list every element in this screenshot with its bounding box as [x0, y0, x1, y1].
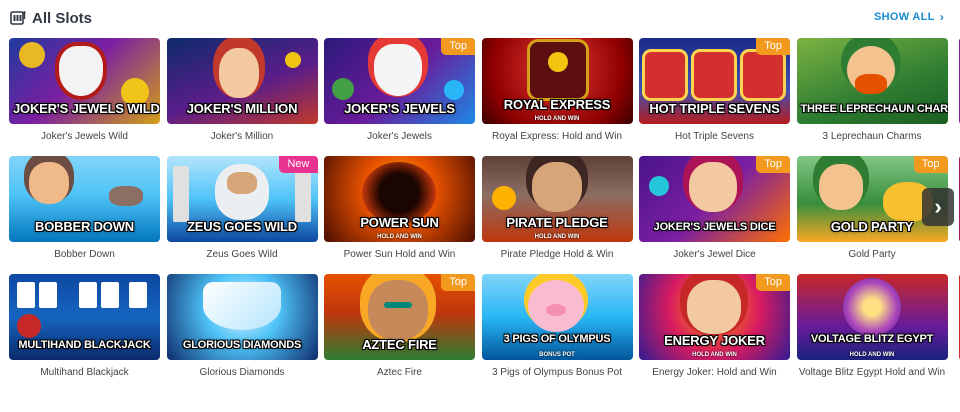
chevron-right-icon: › [934, 194, 942, 219]
game-logo: GLORIOUS DIAMONDS [182, 339, 302, 351]
game-logo: MULTIHAND BLACKJACK [18, 339, 151, 351]
game-logo-subtitle: HOLD AND WIN [534, 116, 580, 122]
top-badge: Top [441, 274, 475, 291]
game-name[interactable]: Joker's Jewels [324, 130, 475, 143]
game-tile-royal-express[interactable]: ROYAL EXPRESS HOLD AND WIN Royal Express… [481, 38, 633, 143]
section-title: All Slots [32, 9, 93, 27]
game-logo: THREE LEPRECHAUN CHARMS [800, 103, 948, 115]
game-name[interactable]: Voltage Blitz Egypt Hold and Win [797, 366, 948, 379]
game-name[interactable]: Multihand Blackjack [9, 366, 160, 379]
game-logo-subtitle: HOLD AND WIN [849, 352, 895, 358]
game-tile-jokers-jewels[interactable]: Top JOKER'S JEWELS Joker's Jewels [324, 38, 475, 143]
game-tile-multihand-blackjack[interactable]: MULTIHAND BLACKJACK Multihand Blackjack [9, 274, 160, 379]
scroll-right-button[interactable]: › [922, 188, 954, 226]
game-name[interactable]: Joker's Jewel Dice [639, 248, 790, 261]
game-name[interactable]: Hot Triple Sevens [639, 130, 790, 143]
game-tile-power-sun[interactable]: POWER SUN HOLD AND WIN Power Sun Hold an… [324, 156, 475, 261]
game-tile-hot-triple-sevens[interactable]: Top HOT TRIPLE SEVENS Hot Triple Sevens [639, 38, 790, 143]
top-badge: Top [913, 156, 948, 173]
game-thumbnail[interactable]: JOKER'S MILLION [166, 38, 318, 124]
game-name[interactable]: Aztec Fire [324, 366, 475, 379]
show-all-label: SHOW ALL [874, 11, 935, 23]
game-name[interactable]: 3 Leprechaun Charms [797, 130, 948, 143]
game-logo-subtitle: HOLD AND WIN [377, 234, 422, 240]
game-logo: JOKER'S JEWELS WILD [13, 101, 160, 116]
game-name[interactable]: Gold Party [797, 248, 948, 261]
top-badge: Top [756, 156, 790, 173]
game-tile-energy-joker[interactable]: Top ENERGY JOKER HOLD AND WIN Energy Jok… [639, 274, 790, 379]
game-thumbnail[interactable]: VOLTAGE BLITZ EGYPT HOLD AND WIN [796, 274, 948, 360]
game-logo: JOKER'S JEWELS [344, 101, 455, 116]
game-logo: ROYAL EXPRESS [503, 97, 611, 112]
game-tile-zeus-goes-wild[interactable]: New ZEUS GOES WILD Zeus Goes Wild [166, 156, 318, 261]
game-name[interactable]: Bobber Down [9, 248, 160, 261]
slots-icon [10, 10, 26, 26]
game-tile-aztec-fire[interactable]: Top AZTEC FIRE Aztec Fire [324, 274, 475, 379]
game-thumbnail[interactable]: Top ENERGY JOKER HOLD AND WIN [639, 274, 790, 360]
game-thumbnail[interactable]: JOKER'S JEWELS WILD [9, 38, 160, 124]
game-tile-pirate-pledge[interactable]: PIRATE PLEDGE HOLD AND WIN Pirate Pledge… [481, 156, 633, 261]
game-logo: 3 PIGS OF OLYMPUS [503, 333, 611, 345]
game-thumbnail[interactable]: POWER SUN HOLD AND WIN [324, 156, 475, 242]
game-thumbnail[interactable]: BOBBER DOWN [9, 156, 160, 242]
game-logo: HOT TRIPLE SEVENS [649, 101, 780, 116]
game-logo: JOKER'S JEWELS DICE [653, 221, 776, 233]
game-name[interactable]: 3 Pigs of Olympus Bonus Pot [482, 366, 633, 379]
game-logo: JOKER'S MILLION [186, 101, 298, 116]
top-badge: Top [756, 38, 790, 55]
game-logo: ENERGY JOKER [664, 333, 765, 348]
game-thumbnail[interactable]: Top HOT TRIPLE SEVENS [639, 38, 790, 124]
game-thumbnail[interactable]: MULTIHAND BLACKJACK [9, 274, 160, 360]
top-badge: Top [756, 274, 790, 291]
section-header: All Slots SHOW ALL › [10, 6, 950, 30]
game-tile-voltage-blitz-egypt[interactable]: VOLTAGE BLITZ EGYPT HOLD AND WIN Voltage… [796, 274, 948, 379]
game-name[interactable]: Pirate Pledge Hold & Win [482, 248, 633, 261]
game-logo: BOBBER DOWN [35, 219, 134, 234]
game-tile-bobber-down[interactable]: BOBBER DOWN Bobber Down [9, 156, 160, 261]
top-badge: Top [441, 38, 475, 55]
chevron-right-icon: › [939, 10, 944, 24]
game-tile-jokers-million[interactable]: JOKER'S MILLION Joker's Million [166, 38, 318, 143]
game-tile-jokers-jewels-dice[interactable]: Top JOKER'S JEWELS DICE Joker's Jewel Di… [639, 156, 790, 261]
game-name[interactable]: Joker's Jewels Wild [9, 130, 160, 143]
game-tile-glorious-diamonds[interactable]: GLORIOUS DIAMONDS Glorious Diamonds [166, 274, 318, 379]
new-badge: New [279, 156, 318, 173]
game-tile-3-pigs-of-olympus[interactable]: 3 PIGS OF OLYMPUS BONUS POT 3 Pigs of Ol… [481, 274, 633, 379]
game-logo: POWER SUN [360, 215, 439, 230]
game-name[interactable]: Zeus Goes Wild [167, 248, 318, 261]
game-logo: PIRATE PLEDGE [506, 215, 608, 230]
game-thumbnail[interactable]: PIRATE PLEDGE HOLD AND WIN [481, 156, 633, 242]
game-logo: ZEUS GOES WILD [187, 219, 297, 234]
game-logo-subtitle: BONUS POT [539, 352, 575, 358]
game-name[interactable]: Royal Express: Hold and Win [482, 130, 633, 143]
game-name[interactable]: Glorious Diamonds [167, 366, 318, 379]
game-name[interactable]: Joker's Million [167, 130, 318, 143]
game-tile-3-leprechaun-charms[interactable]: THREE LEPRECHAUN CHARMS 3 Leprechaun Cha… [796, 38, 948, 143]
game-name[interactable]: Energy Joker: Hold and Win [639, 366, 790, 379]
game-thumbnail[interactable]: GLORIOUS DIAMONDS [166, 274, 318, 360]
game-thumbnail[interactable]: Top AZTEC FIRE [324, 274, 475, 360]
game-logo-subtitle: HOLD AND WIN [534, 234, 580, 240]
show-all-link[interactable]: SHOW ALL › [874, 10, 944, 24]
game-thumbnail[interactable]: 3 PIGS OF OLYMPUS BONUS POT [481, 274, 633, 360]
game-tile-jokers-jewels-wild[interactable]: JOKER'S JEWELS WILD Joker's Jewels Wild [9, 38, 160, 143]
game-name[interactable]: Power Sun Hold and Win [324, 248, 475, 261]
game-thumbnail[interactable]: New ZEUS GOES WILD [166, 156, 318, 242]
game-thumbnail[interactable]: Top JOKER'S JEWELS DICE [639, 156, 790, 242]
game-thumbnail[interactable]: THREE LEPRECHAUN CHARMS [796, 38, 948, 124]
game-logo: VOLTAGE BLITZ EGYPT [810, 333, 934, 345]
game-logo: AZTEC FIRE [362, 337, 437, 352]
game-thumbnail[interactable]: ROYAL EXPRESS HOLD AND WIN [481, 38, 633, 124]
game-thumbnail[interactable]: Top JOKER'S JEWELS [324, 38, 475, 124]
game-logo-subtitle: HOLD AND WIN [692, 352, 737, 358]
